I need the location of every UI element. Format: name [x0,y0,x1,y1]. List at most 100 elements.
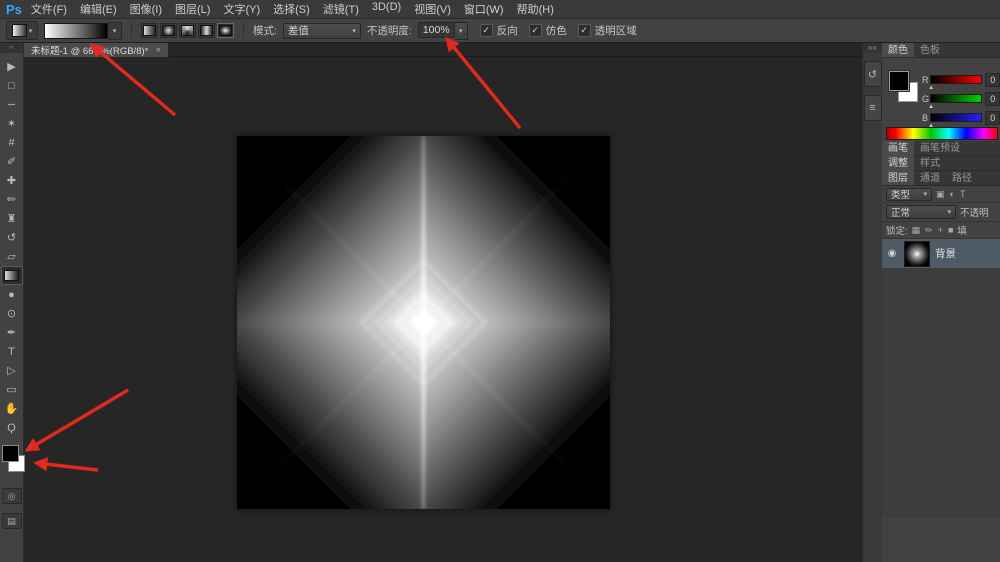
marquee-tool[interactable]: □ [1,76,23,95]
canvas-document[interactable] [155,54,692,562]
layer-filter-select[interactable]: 类型 ▾ [886,187,932,201]
history-panel-icon[interactable]: ↺ [863,61,882,87]
dock-collapse-button[interactable]: «« [863,43,882,53]
dither-checkbox[interactable]: ✓ 仿色 [528,23,567,38]
dodge-tool[interactable]: ⊙ [1,304,23,323]
angle-gradient-icon [181,25,194,36]
fill-label: 填 [957,226,967,237]
diamond-gradient-button[interactable] [217,23,234,38]
menu-item[interactable]: 3D(D) [372,1,401,17]
move-tool[interactable]: ▶ [1,57,23,76]
filter-adjustment-layers-icon[interactable]: ◐ [950,189,955,200]
channel-slider[interactable]: ▲ [928,113,983,129]
tab-layers[interactable]: 图层 [882,168,914,185]
menu-item[interactable]: 选择(S) [273,1,310,17]
blur-tool[interactable]: ● [1,285,23,304]
linear-gradient-icon [143,25,156,36]
dock-icons: ↺ ≡ [863,53,882,121]
menu-bar: Ps 文件(F) 编辑(E) 图像(I) 图层(L) 文字(Y) 选择(S) 滤镜(T) 3D… [0,0,1000,19]
radial-gradient-button[interactable] [160,23,177,38]
toolbar-collapse-button[interactable]: ‹‹ [0,43,23,53]
menu-item[interactable]: 图像(I) [130,1,162,17]
clone-stamp-tool[interactable]: ♜ [1,209,23,228]
channel-slider[interactable]: ▲ [928,75,983,91]
crop-tool[interactable]: # [1,133,23,152]
opacity-value[interactable]: 100% [417,21,455,38]
close-icon[interactable]: × [155,45,161,56]
foreground-color-swatch[interactable] [1,445,19,462]
linear-gradient-button[interactable] [141,23,158,38]
tab-layers[interactable]: 通道 [914,168,946,185]
checkbox-check-icon: ✓ [528,24,542,37]
lock-transparent-icon[interactable]: ▦ [912,225,921,236]
visibility-eye-icon[interactable]: ◉ [885,248,899,259]
filter-pixel-layers-icon[interactable]: ▣ [936,189,945,200]
menu-item[interactable]: 文字(Y) [223,1,260,17]
reverse-checkbox[interactable]: ✓ 反向 [479,23,518,38]
menu-item[interactable]: 文件(F) [31,1,67,17]
channel-value[interactable]: 0 [985,110,1000,125]
tab-layers[interactable]: 路径 [946,168,978,185]
history-brush-tool[interactable]: ↺ [1,228,23,247]
lock-all-icon[interactable]: ■ [948,225,953,236]
gradient-tool[interactable] [0,266,23,285]
tools-panel: ‹‹ ▶ □ ∽ ✶ # ✐ ✚ ✏ ♜ ↺ ▱ ● ⊙ ✒ T ▷ ▭ ✋ Ϙ ◎ ▤ [0,43,25,562]
layers-blend-row: 正常 ▾ 不透明 [882,203,1000,222]
layers-lock-row: 锁定: ▦ ✏ + ■ 填 [882,222,1000,239]
magic-wand-tool[interactable]: ✶ [1,114,23,133]
quick-mask-button[interactable]: ◎ [1,488,22,504]
gradient-picker-dropdown[interactable]: ▾ [108,21,122,40]
chevron-down-icon: ▾ [112,27,117,35]
canvas-area [24,54,862,562]
menu-item[interactable]: 窗口(W) [464,1,504,17]
diamond-gradient-image [155,54,692,562]
channel-row: B ▲ 0 [922,108,1000,129]
type-tool[interactable]: T [1,342,23,361]
gradient-preview[interactable] [44,22,108,39]
foreground-color-swatch[interactable] [888,70,910,92]
menu-item[interactable]: 编辑(E) [80,1,117,17]
filter-type-layers-icon[interactable]: T [960,189,966,200]
tool-list: ▶ □ ∽ ✶ # ✐ ✚ ✏ ♜ ↺ ▱ ● ⊙ ✒ T ▷ ▭ ✋ Ϙ [0,57,23,437]
lock-paint-icon[interactable]: ✏ [925,225,933,236]
color-spectrum-bar[interactable] [886,127,998,140]
layer-blend-mode-select[interactable]: 正常 ▾ [886,205,956,219]
transparency-checkbox[interactable]: ✓ 透明区域 [577,23,637,38]
pen-tool[interactable]: ✒ [1,323,23,342]
menu-item[interactable]: 滤镜(T) [323,1,359,17]
menu-item[interactable]: 图层(L) [175,1,210,17]
brush-tool[interactable]: ✏ [1,190,23,209]
layer-thumbnail[interactable] [904,240,930,267]
opacity-dropdown[interactable]: ▾ [454,21,468,40]
properties-panel-icon[interactable]: ≡ [863,95,882,121]
lasso-tool[interactable]: ∽ [1,95,23,114]
tool-options-bar: ▾ ▾ 模式: 差值 ▾ 不透明度: 100% ▾ ✓ 反向 ✓ 仿色 ✓ 透明区域 [0,19,1000,43]
channel-slider[interactable]: ▲ [928,94,983,110]
angle-gradient-button[interactable] [179,23,196,38]
shape-tool[interactable]: ▭ [1,380,23,399]
color-swatch-widget [0,445,25,479]
lock-position-icon[interactable]: + [938,225,943,236]
healing-brush-tool[interactable]: ✚ [1,171,23,190]
reflected-gradient-button[interactable] [198,23,215,38]
menu-item[interactable]: 视图(V) [414,1,451,17]
layers-panel-tabs: 图层 通道 路径 [882,168,1000,186]
document-tab[interactable]: 未标题-1 @ 66.7%(RGB/8)* × [24,43,170,57]
tab-color[interactable]: 颜色 [882,43,914,57]
blend-mode-select[interactable]: 差值 ▾ [282,22,361,39]
opacity-label: 不透明度: [366,25,412,37]
channel-value[interactable]: 0 [985,72,1000,87]
screen-mode-button[interactable]: ▤ [1,513,22,529]
zoom-tool[interactable]: Ϙ [1,418,23,437]
eraser-tool[interactable]: ▱ [1,247,23,266]
menu-item[interactable]: 帮助(H) [517,1,554,17]
channel-value[interactable]: 0 [985,91,1000,106]
eyedropper-tool[interactable]: ✐ [1,152,23,171]
layer-row-background[interactable]: ◉ 背景 [882,239,1000,268]
path-selection-tool[interactable]: ▷ [1,361,23,380]
tool-preset-picker[interactable]: ▾ [6,21,38,40]
separator [131,22,132,39]
tab-color[interactable]: 色板 [914,43,946,57]
layer-opacity-label: 不透明 [960,208,989,219]
hand-tool[interactable]: ✋ [1,399,23,418]
